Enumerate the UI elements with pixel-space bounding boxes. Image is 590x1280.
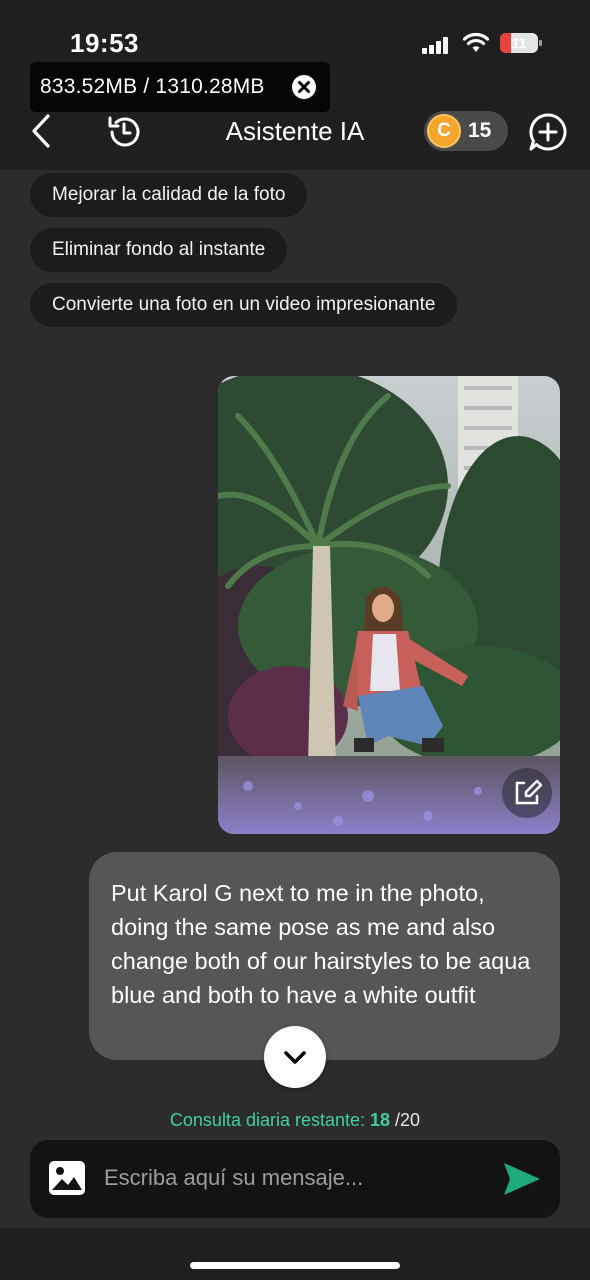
top-area: 19:53 11 833.52MB / 1310.28MB Asistente … [0,0,590,170]
coin-balance[interactable]: C 15 [424,111,508,151]
sent-photo[interactable] [218,376,560,834]
image-upload-icon[interactable] [48,1160,86,1196]
coin-count: 15 [468,119,492,142]
cellular-signal-icon [422,36,450,54]
user-message-text: Put Karol G next to me in the photo, doi… [111,880,531,1008]
quota-remaining: 18 [370,1110,391,1130]
new-chat-icon[interactable] [528,112,568,152]
memory-usage-text: 833.52MB / 1310.28MB [40,75,265,98]
status-time: 19:53 [70,28,139,58]
quota-label: Consulta diaria restante: [169,1110,371,1130]
suggestion-chip-photo-to-video[interactable]: Convierte una foto en un video impresion… [30,283,458,327]
wifi-icon [462,32,490,52]
quota-total: /20 [390,1110,421,1130]
back-arrow-icon[interactable] [28,113,58,149]
close-icon[interactable] [292,75,316,99]
battery-level: 11 [511,35,527,51]
suggestion-chip-remove-bg[interactable]: Eliminar fondo al instante [30,228,288,272]
home-bar [0,1228,590,1280]
edit-icon[interactable] [502,768,552,818]
photo-image [218,376,560,834]
memory-usage-pill: 833.52MB / 1310.28MB [30,62,330,112]
chat-screen: 19:53 11 833.52MB / 1310.28MB Asistente … [0,0,590,1280]
message-input[interactable] [104,1158,484,1198]
chevron-down-icon [284,1051,306,1064]
page-title: Asistente IA [225,116,365,146]
scroll-down-button[interactable] [264,1026,326,1088]
coin-icon: C [427,114,461,148]
suggestion-chip-enhance[interactable]: Mejorar la calidad de la foto [30,173,308,217]
message-composer [30,1140,560,1218]
user-message-bubble: Put Karol G next to me in the photo, doi… [89,852,560,1060]
daily-quota: Consulta diaria restante: 18 /20 [0,1110,590,1131]
home-indicator[interactable] [190,1262,400,1269]
send-icon[interactable] [500,1160,542,1198]
battery-icon: 11 [500,33,542,53]
history-icon[interactable] [105,113,143,151]
